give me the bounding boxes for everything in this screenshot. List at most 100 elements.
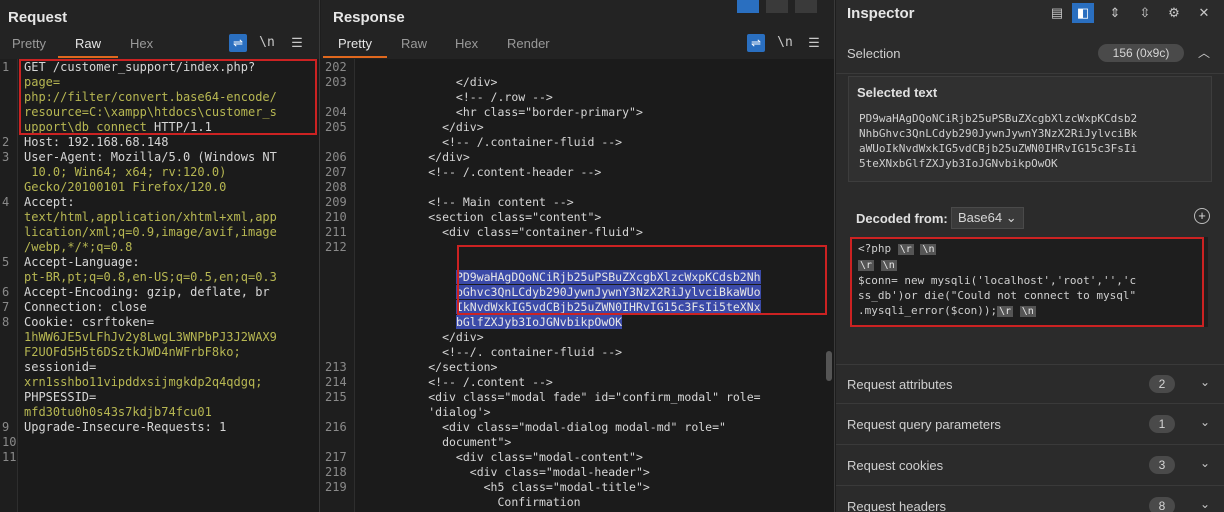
line-number: 9	[2, 420, 10, 434]
line-number: 214	[325, 375, 347, 389]
request-title: Request	[8, 9, 68, 26]
highlight-box-request-line	[19, 59, 317, 135]
chevron-down-icon: ⌄	[1005, 210, 1017, 225]
response-editor[interactable]: 202 203 </div> <!-- /.row --> 204 <hr clas…	[321, 59, 834, 512]
line-number: 206	[325, 150, 347, 164]
code-line: <!--/. container-fluid -->	[359, 345, 623, 359]
chevron-down-icon[interactable]: ⌄	[1200, 375, 1210, 389]
tab-pretty[interactable]: Pretty	[12, 36, 46, 51]
hamburger-menu-icon[interactable]: ☰	[805, 34, 823, 52]
code-line: <div class="container-fluid">	[359, 225, 643, 239]
active-tab-indicator	[58, 56, 118, 58]
line-number: 212	[325, 240, 347, 254]
code-line: mfd30tu0h0s43s7kdjb74fcu01	[24, 405, 212, 419]
section-label: Request attributes	[847, 377, 953, 392]
layout-split-icon[interactable]	[737, 0, 759, 13]
wrap-lines-icon[interactable]: ⇌	[747, 34, 765, 52]
tab-hex[interactable]: Hex	[455, 36, 478, 51]
code-line: </div>	[359, 120, 484, 134]
line-number: 210	[325, 210, 347, 224]
line-number: 207	[325, 165, 347, 179]
decoded-from-label: Decoded from:	[856, 211, 948, 226]
code-line: F2UOFd5H5t6DSztkJWD4nWFrbF8ko;	[24, 345, 241, 359]
selected-text-title: Selected text	[857, 85, 938, 100]
expand-all-icon[interactable]: ⇕	[1104, 3, 1126, 23]
chevron-down-icon[interactable]: ⌄	[1200, 415, 1210, 429]
code-line: PHPSESSID=	[24, 390, 97, 404]
inspector-section-row[interactable]: Request cookies 3 ⌄	[836, 446, 1224, 486]
chevron-up-icon[interactable]: ︿	[1198, 44, 1210, 61]
code-line: </section>	[359, 360, 498, 374]
line-number: 8	[2, 315, 10, 329]
layout-list-icon[interactable]: ▤	[1046, 3, 1068, 23]
line-number: 2	[2, 135, 10, 149]
scrollbar-thumb[interactable]	[826, 351, 832, 381]
tab-raw[interactable]: Raw	[75, 36, 101, 51]
line-number: 217	[325, 450, 347, 464]
chevron-down-icon[interactable]: ⌄	[1200, 497, 1210, 511]
inspector-title: Inspector	[847, 5, 915, 22]
code-line: document">	[359, 435, 512, 449]
line-number: 202	[325, 60, 347, 74]
add-decoding-icon[interactable]: +	[1194, 208, 1210, 224]
hamburger-menu-icon[interactable]: ☰	[288, 34, 306, 52]
code-line: <!-- Main content -->	[359, 195, 574, 209]
decoding-select[interactable]: Base64 ⌄	[951, 207, 1024, 229]
wrap-lines-icon[interactable]: ⇌	[229, 34, 247, 52]
tab-render[interactable]: Render	[507, 36, 550, 51]
inspector-section-row[interactable]: Request query parameters 1 ⌄	[836, 405, 1224, 445]
line-number: 208	[325, 180, 347, 194]
layout-panel-icon[interactable]: ◧	[1072, 3, 1094, 23]
section-label: Request cookies	[847, 458, 944, 473]
close-icon[interactable]: ✕	[1193, 3, 1215, 23]
line-number: 10	[2, 435, 17, 449]
section-count-badge: 2	[1149, 375, 1175, 393]
layout-vertical-icon[interactable]	[795, 0, 817, 13]
tab-pretty[interactable]: Pretty	[338, 36, 372, 51]
request-pane: Request Pretty Raw Hex ⇌ \n ☰ 1 GET /cust…	[0, 0, 320, 512]
layout-horizontal-icon[interactable]	[766, 0, 788, 13]
code-line: bGlfZXJyb3IoJGNvbikpOwOK	[455, 315, 623, 329]
collapse-all-icon[interactable]: ⇳	[1134, 3, 1156, 23]
code-line: <section class="content">	[359, 210, 602, 224]
show-newlines-button[interactable]: \n	[776, 34, 794, 52]
line-number: 205	[325, 120, 347, 134]
inspector-pane: Inspector ▤ ◧ ⇕ ⇳ ⚙ ✕ Selection 156 (0x9…	[836, 0, 1224, 512]
code-line: lication/xml;q=0.9,image/avif,image	[24, 225, 277, 239]
line-number: 219	[325, 480, 347, 494]
tab-hex[interactable]: Hex	[130, 36, 153, 51]
code-line: Accept-Encoding: gzip, deflate, br	[24, 285, 270, 299]
code-line: <!-- /.row -->	[359, 90, 553, 104]
inspector-section-row[interactable]: Request headers 8 ⌄	[836, 487, 1224, 512]
highlight-box-decoded	[850, 237, 1204, 327]
line-number: 209	[325, 195, 347, 209]
gear-icon[interactable]: ⚙	[1163, 3, 1185, 23]
section-count-badge: 8	[1149, 497, 1175, 512]
code-line: <!-- /.content-header -->	[359, 165, 602, 179]
chevron-down-icon[interactable]: ⌄	[1200, 456, 1210, 470]
selection-label: Selection	[847, 46, 901, 61]
selected-text-content[interactable]: PD9waHAgDQoNCiRjb25uPSBuZXcgbXlzcWxpKCds…	[859, 111, 1203, 171]
code-line: Connection: close	[24, 300, 147, 314]
line-number: 218	[325, 465, 347, 479]
inspector-section-row[interactable]: Request attributes 2 ⌄	[836, 364, 1224, 404]
code-line: sessionid=	[24, 360, 97, 374]
code-line: Cookie: csrftoken=	[24, 315, 155, 329]
code-line: xrn1sshbo11vipddxsijmgkdp2q4qdgq;	[24, 375, 263, 389]
code-line: </div>	[359, 330, 484, 344]
line-number: 203	[325, 75, 347, 89]
code-line: User-Agent: Mozilla/5.0 (Windows NT	[24, 150, 277, 164]
line-number: 215	[325, 390, 347, 404]
request-editor[interactable]: 1 GET /customer_support/index.php? page= ph…	[0, 59, 319, 512]
section-label: Request headers	[847, 499, 947, 512]
code-line: Upgrade-Insecure-Requests: 1	[24, 420, 227, 434]
code-line: <hr class="border-primary">	[359, 105, 643, 119]
tab-raw[interactable]: Raw	[401, 36, 427, 51]
section-label: Request query parameters	[847, 417, 1001, 432]
response-pane: Response Pretty Raw Hex Render ⇌ \n ☰ 20…	[321, 0, 835, 512]
line-number: 11	[2, 450, 17, 464]
show-newlines-button[interactable]: \n	[258, 34, 276, 52]
selection-row[interactable]: Selection 156 (0x9c) ︿	[836, 34, 1224, 74]
code-line: <div class="modal-content">	[359, 450, 643, 464]
code-line: pt-BR,pt;q=0.8,en-US;q=0.5,en;q=0.3	[24, 270, 277, 284]
